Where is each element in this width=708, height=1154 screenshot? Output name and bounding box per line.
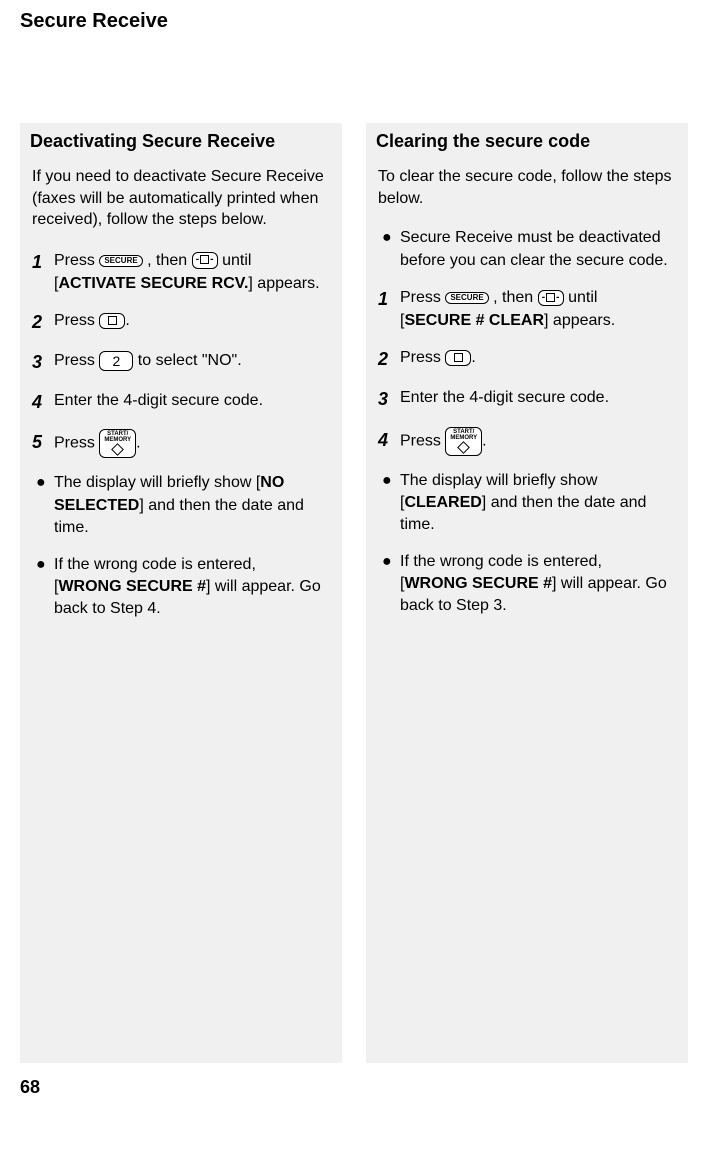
step-body: Press .: [400, 346, 672, 369]
step-body: Press SECURE , then -- until [ACTIVATE S…: [54, 249, 326, 295]
page-header: Secure Receive: [20, 10, 688, 33]
right-step-1: 1 Press SECURE , then -- until [SECURE #…: [378, 286, 672, 332]
nav-key-icon: --: [192, 252, 218, 268]
step-body: Press START/MEMORY.: [400, 427, 672, 456]
step-body: Press 2 to select "NO".: [54, 349, 326, 372]
right-intro: To clear the secure code, follow the ste…: [378, 166, 672, 209]
left-step-5: 5 Press START/MEMORY.: [32, 429, 326, 458]
page-number: 68: [20, 1077, 688, 1098]
right-step-3: 3 Enter the 4-digit secure code.: [378, 386, 672, 412]
page: Secure Receive Deactivating Secure Recei…: [0, 0, 708, 1118]
left-intro: If you need to deactivate Secure Receive…: [32, 166, 326, 231]
left-step-3: 3 Press 2 to select "NO".: [32, 349, 326, 375]
bullet-dot-icon: ●: [382, 470, 400, 492]
step-number: 2: [378, 346, 400, 372]
prebullet-text: Secure Receive must be deactivated befor…: [400, 227, 672, 272]
step-body: Press SECURE , then -- until [SECURE # C…: [400, 286, 672, 332]
nav-center-key-icon: [99, 313, 125, 329]
right-title: Clearing the secure code: [376, 131, 678, 152]
step-body: Enter the 4-digit secure code.: [400, 386, 672, 409]
step-body: Press .: [54, 309, 326, 332]
step-number: 3: [32, 349, 54, 375]
step-number: 3: [378, 386, 400, 412]
left-column: Deactivating Secure Receive If you need …: [20, 123, 342, 1063]
step-body: Enter the 4-digit secure code.: [54, 389, 326, 412]
left-bullet-2: ● If the wrong code is entered, [WRONG S…: [36, 554, 326, 621]
right-step-2: 2 Press .: [378, 346, 672, 372]
step-number: 5: [32, 429, 54, 455]
step-number: 4: [378, 427, 400, 453]
right-bullet-1: ● The display will briefly show [CLEARED…: [382, 470, 672, 537]
start-memory-key-icon: START/MEMORY: [99, 429, 136, 458]
right-column: Clearing the secure code To clear the se…: [366, 123, 688, 1063]
secure-key-icon: SECURE: [445, 292, 488, 304]
bullet-dot-icon: ●: [382, 551, 400, 573]
secure-key-icon: SECURE: [99, 255, 142, 267]
left-title: Deactivating Secure Receive: [30, 131, 332, 152]
start-memory-key-icon: START/MEMORY: [445, 427, 482, 456]
left-step-2: 2 Press .: [32, 309, 326, 335]
bullet-dot-icon: ●: [36, 472, 54, 494]
two-key-icon: 2: [99, 351, 133, 371]
step-body: Press START/MEMORY.: [54, 429, 326, 458]
nav-key-icon: --: [538, 290, 564, 306]
step-number: 4: [32, 389, 54, 415]
nav-center-key-icon: [445, 350, 471, 366]
left-step-1: 1 Press SECURE , then -- until [ACTIVATE…: [32, 249, 326, 295]
columns: Deactivating Secure Receive If you need …: [20, 123, 688, 1063]
right-prebullet: ● Secure Receive must be deactivated bef…: [382, 227, 672, 272]
step-number: 2: [32, 309, 54, 335]
step-number: 1: [378, 286, 400, 312]
right-step-4: 4 Press START/MEMORY.: [378, 427, 672, 456]
left-step-4: 4 Enter the 4-digit secure code.: [32, 389, 326, 415]
bullet-dot-icon: ●: [36, 554, 54, 576]
step-number: 1: [32, 249, 54, 275]
right-bullet-2: ● If the wrong code is entered, [WRONG S…: [382, 551, 672, 618]
bullet-dot-icon: ●: [382, 227, 400, 249]
left-bullet-1: ● The display will briefly show [NO SELE…: [36, 472, 326, 539]
